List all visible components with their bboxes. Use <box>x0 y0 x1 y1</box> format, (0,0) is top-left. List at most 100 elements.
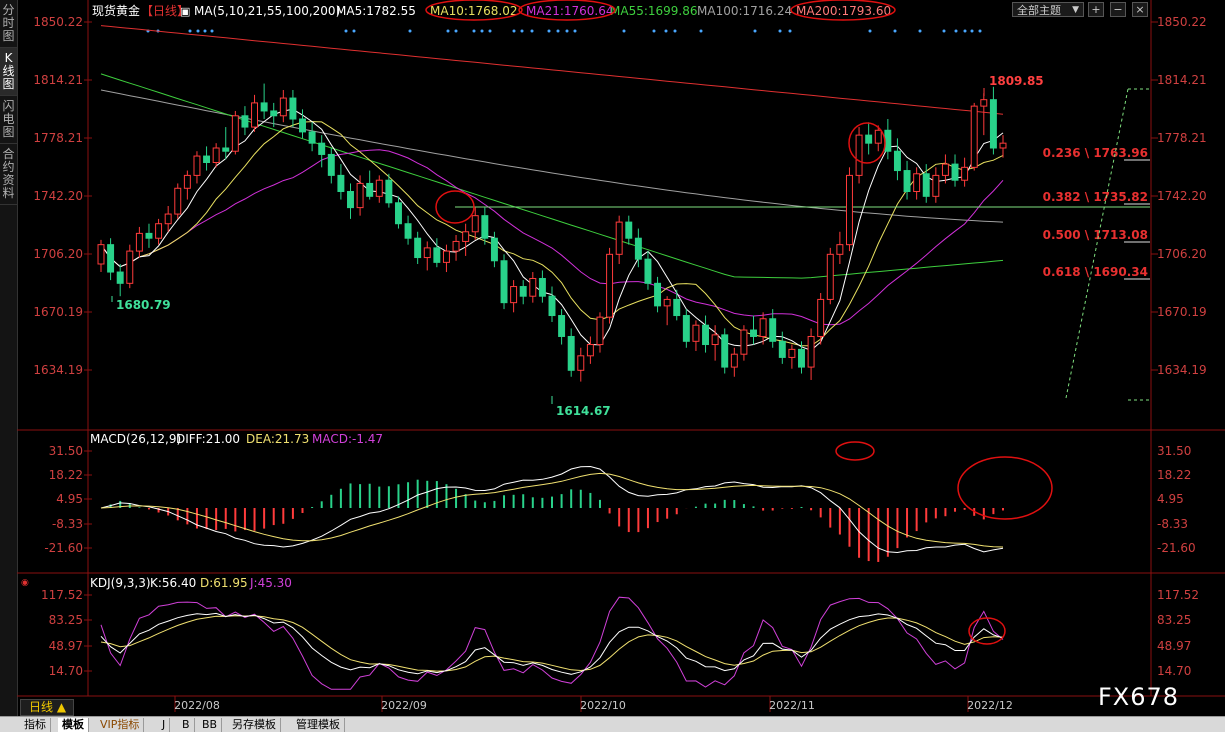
bottom-tab-5[interactable]: BB <box>198 718 223 732</box>
close-button[interactable]: × <box>1132 2 1148 17</box>
add-window-button[interactable]: + <box>1088 2 1104 17</box>
bottom-tab-2[interactable]: VIP指标 <box>96 718 145 732</box>
candle <box>423 241 431 271</box>
candle <box>519 280 527 305</box>
candle <box>538 270 546 303</box>
kdj-tick-left: 14.70 <box>49 664 83 678</box>
fib-level-1: 0.382 \ 1735.82 <box>1043 190 1148 204</box>
candle <box>510 280 518 313</box>
kdj-tick-right: 48.97 <box>1157 639 1191 653</box>
candle <box>442 244 450 273</box>
kdj-tick-right: 117.52 <box>1157 588 1199 602</box>
candle <box>222 127 230 160</box>
candle <box>884 119 892 160</box>
price-tick-left: 1670.19 <box>33 305 83 319</box>
candle <box>241 106 249 136</box>
ma200-line <box>100 25 1004 115</box>
candle <box>817 292 825 345</box>
macd-dea: DEA:21.73 <box>246 432 309 446</box>
kdj-k: K:56.40 <box>150 576 196 590</box>
bottom-tab-0[interactable]: 指标 <box>20 718 51 732</box>
bottom-tab-6[interactable]: 另存模板 <box>228 718 281 732</box>
candle <box>961 157 969 187</box>
candle <box>855 127 863 184</box>
candle <box>845 167 853 252</box>
bottom-tab-1[interactable]: 模板 <box>58 718 89 732</box>
candle <box>135 226 143 258</box>
header-ma_label: MA(5,10,21,55,100,200) <box>194 4 340 18</box>
bottom-tab-4[interactable]: B <box>178 718 195 732</box>
macd-tick-left: 18.22 <box>49 468 83 482</box>
macd-tick-left: 31.50 <box>49 444 83 458</box>
candle <box>941 154 949 184</box>
candle <box>606 247 614 324</box>
theme-select[interactable]: 全部主题 ▼ <box>1012 2 1084 17</box>
signal-dot <box>352 29 356 33</box>
candle <box>826 247 834 305</box>
kdj-tick-left: 48.97 <box>49 639 83 653</box>
bottom-tab-3[interactable]: J <box>158 718 171 732</box>
candle <box>596 312 604 353</box>
candle <box>164 205 172 232</box>
signal-dot <box>893 29 897 33</box>
candle <box>279 90 287 123</box>
bottom-tab-7[interactable]: 管理模板 <box>292 718 345 732</box>
candle <box>308 122 316 152</box>
chart-svg[interactable]: 1850.22 1850.22 1814.21 1814.21 1778.21 1778.… <box>0 0 1225 716</box>
candle <box>692 320 700 351</box>
candle <box>702 315 710 353</box>
price-tick-right: 1670.19 <box>1157 305 1207 319</box>
price-tick-left: 1742.20 <box>33 189 83 203</box>
kdj-j: J:45.30 <box>249 576 292 590</box>
chevron-down-icon: ▼ <box>1072 5 1079 15</box>
low-price-label-1: 1680.79 <box>116 298 171 312</box>
candle <box>615 215 623 264</box>
macd-tick-left: -21.60 <box>44 541 83 555</box>
candle <box>174 183 182 219</box>
price-tick-left: 1814.21 <box>33 73 83 87</box>
signal-dot <box>868 29 872 33</box>
price-tick-left: 1706.20 <box>33 247 83 261</box>
macd-diff: DIFF:21.00 <box>176 432 240 446</box>
x-axis-label: 2022/08 <box>174 699 220 712</box>
candle <box>375 175 383 203</box>
candle <box>260 83 268 120</box>
signal-dot <box>446 29 450 33</box>
candle <box>366 170 374 200</box>
candle <box>654 276 662 313</box>
signal-dot <box>344 29 348 33</box>
annotation-circle <box>957 456 1053 520</box>
price-tick-left: 1634.19 <box>33 363 83 377</box>
price-tick-left: 1850.22 <box>33 15 83 29</box>
price-tick-right: 1706.20 <box>1157 247 1207 261</box>
header-ma55: MA55:1699.86 <box>610 4 698 18</box>
candle <box>663 296 671 326</box>
candle <box>673 289 681 321</box>
candle <box>356 175 364 216</box>
signal-dot <box>196 29 200 33</box>
x-axis-label: 2022/11 <box>769 699 815 712</box>
price-tick-left: 1778.21 <box>33 131 83 145</box>
period-label[interactable]: 日线 ▲ <box>20 699 74 716</box>
candle <box>126 244 134 289</box>
candle <box>414 231 422 264</box>
candle <box>999 135 1007 158</box>
header-ma200: MA200:1793.60 <box>796 4 891 18</box>
kdj-tick-left: 83.25 <box>49 613 83 627</box>
signal-dot <box>520 29 524 33</box>
minimize-button[interactable]: − <box>1110 2 1126 17</box>
price-tick-right: 1778.21 <box>1157 131 1207 145</box>
fib-trend-line <box>1065 88 1129 399</box>
candle <box>394 196 402 229</box>
kdj-title: KDJ(9,3,3) <box>90 576 151 590</box>
candle <box>567 328 575 377</box>
signal-dot <box>480 29 484 33</box>
candle <box>203 146 211 171</box>
signal-dot <box>970 29 974 33</box>
signal-dot <box>664 29 668 33</box>
ma-icon: ▣ <box>180 5 190 18</box>
candle <box>989 86 997 155</box>
candle <box>548 286 556 322</box>
signal-dot <box>188 29 192 33</box>
price-tick-right: 1634.19 <box>1157 363 1207 377</box>
